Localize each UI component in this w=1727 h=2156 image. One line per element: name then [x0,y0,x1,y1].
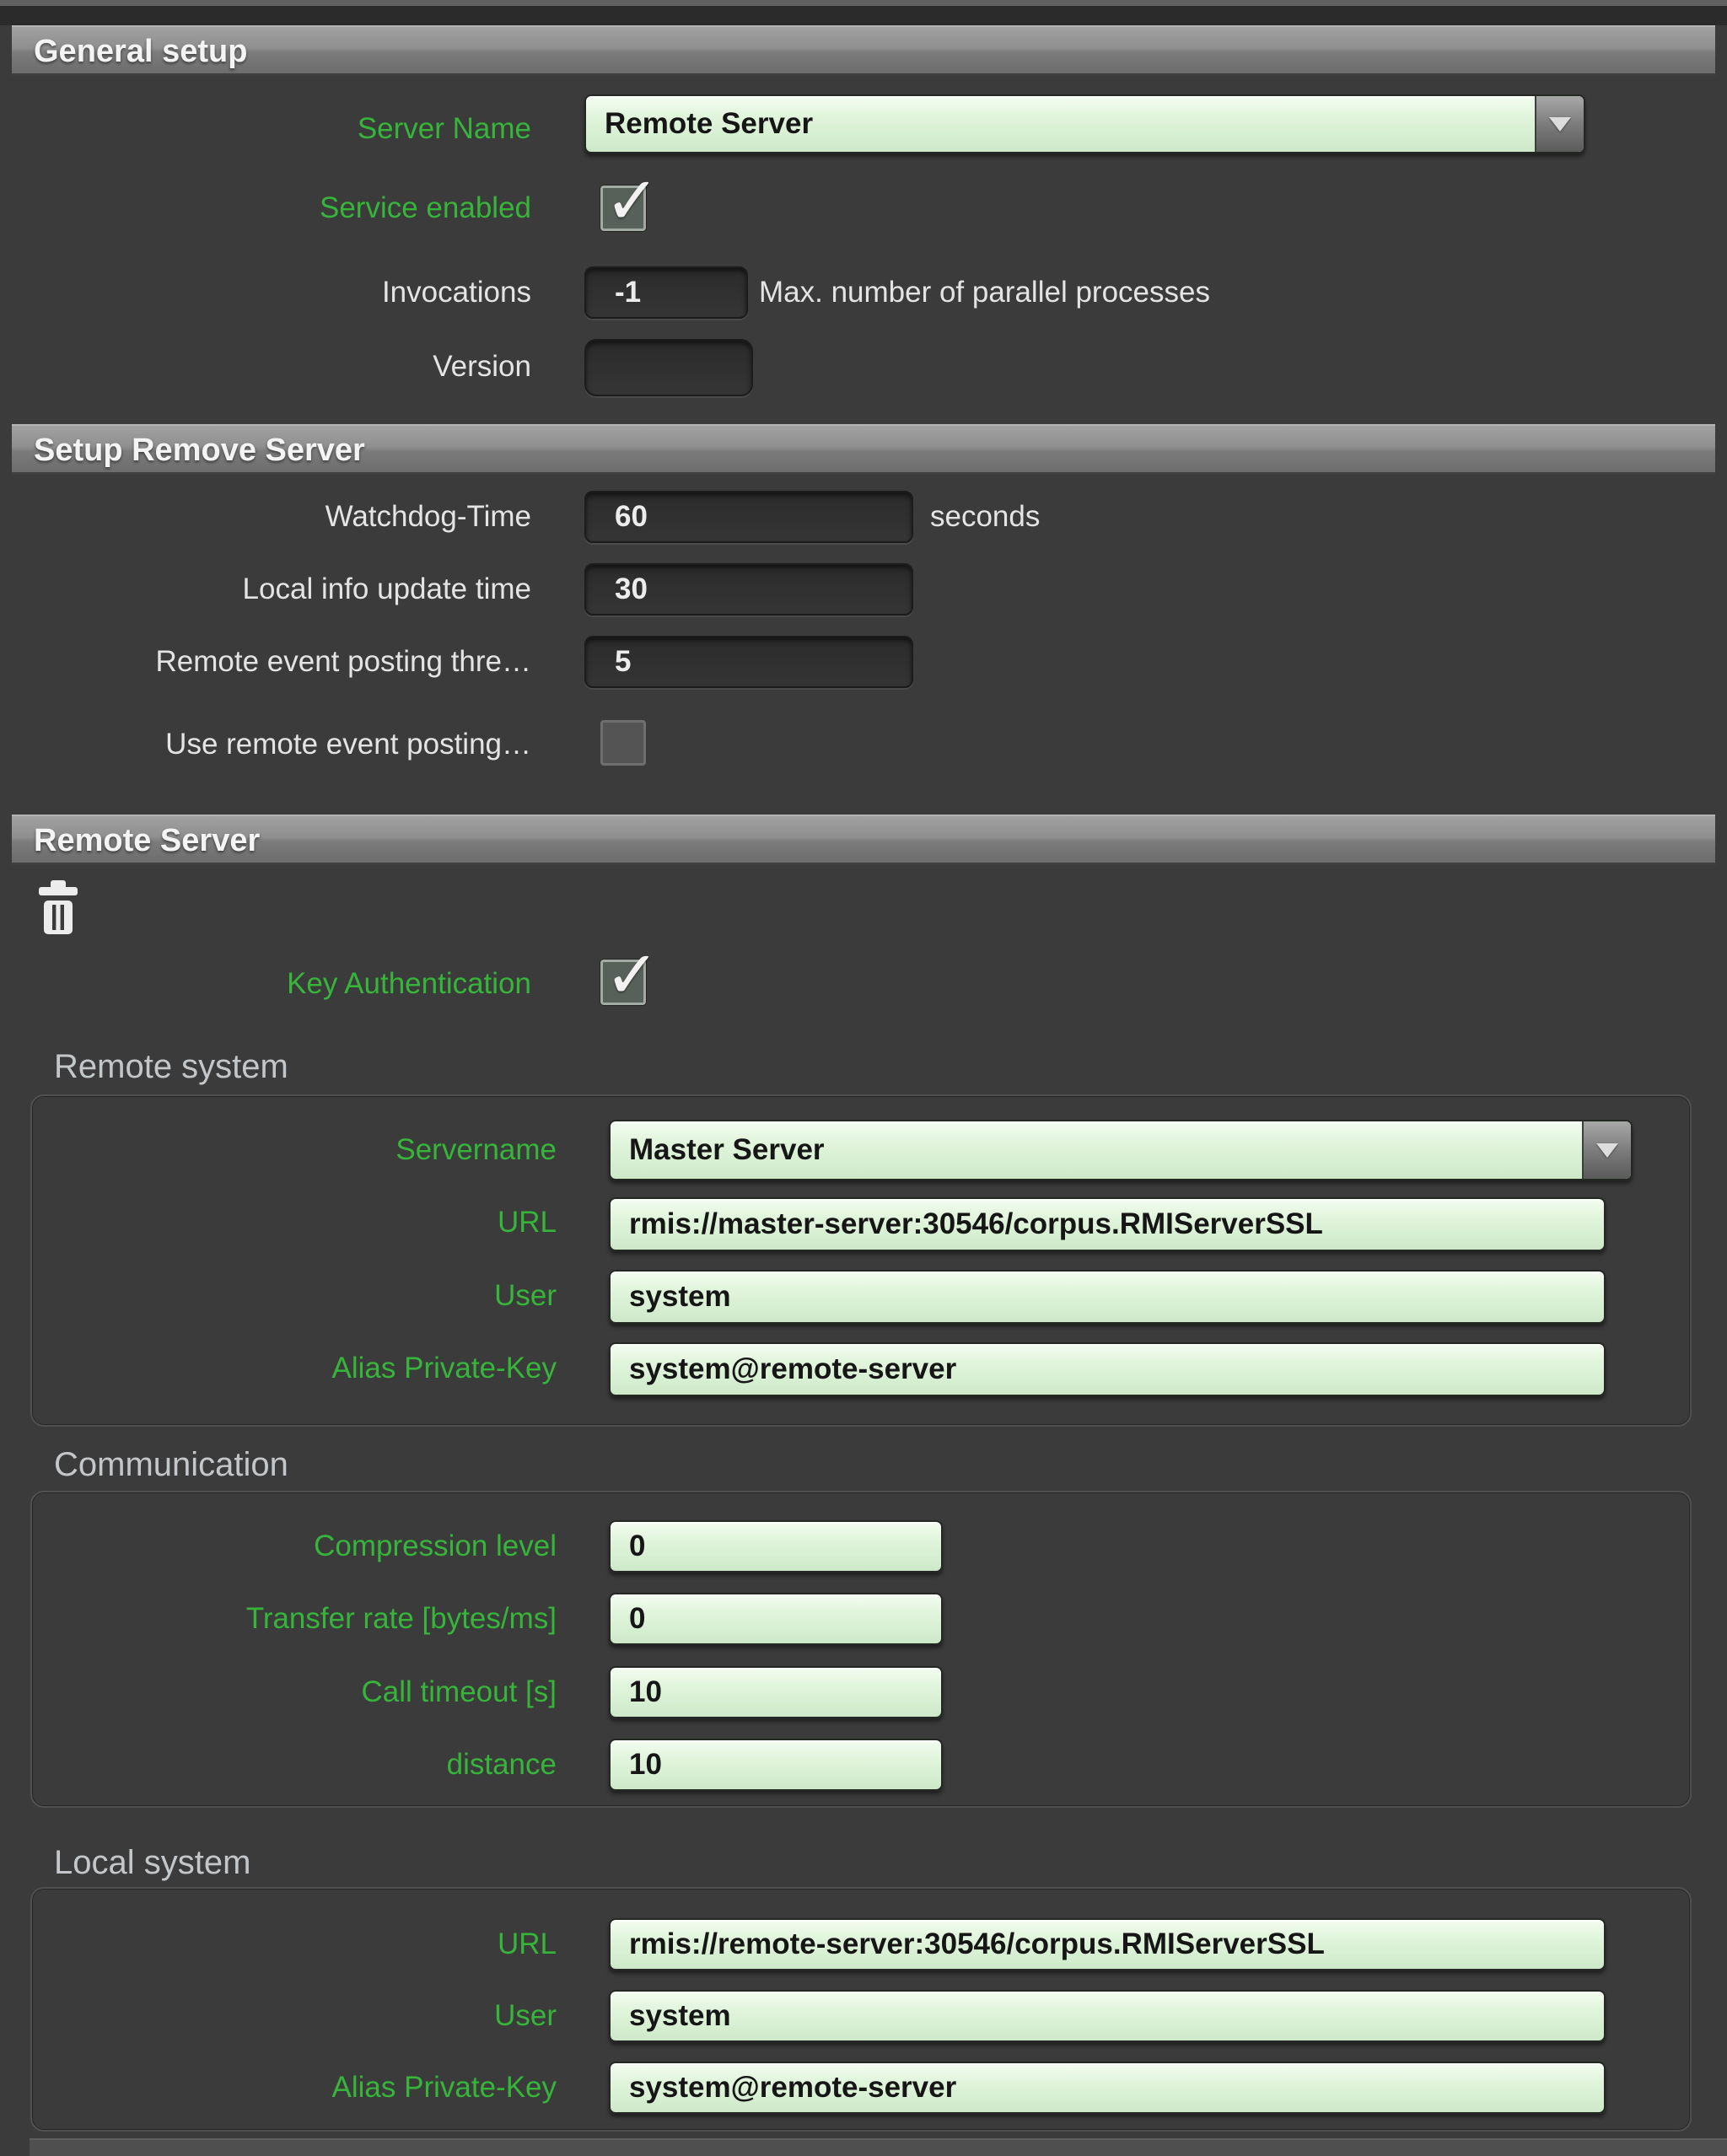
watchdog-time-input[interactable] [584,491,913,543]
chevron-down-icon[interactable] [1582,1121,1631,1179]
transfer-rate-label: Transfer rate [bytes/ms] [0,1600,557,1638]
key-authentication-label: Key Authentication [0,965,531,1003]
local-info-update-time-label: Local info update time [0,570,531,609]
use-remote-event-posting-checkbox[interactable]: ✓ [600,720,646,766]
server-name-label: Server Name [0,110,531,148]
servername-value: Master Server [629,1133,825,1167]
remote-event-posting-threshold-input[interactable] [584,636,913,688]
service-enabled-label: Service enabled [0,189,531,228]
remote-alias-private-key-input[interactable] [609,1342,1606,1396]
dropdown-arrow-glyph [1596,1143,1618,1158]
compression-level-input[interactable] [609,1520,943,1573]
invocations-hint: Max. number of parallel processes [759,273,1417,312]
call-timeout-label: Call timeout [s] [0,1673,557,1712]
call-timeout-input[interactable] [609,1666,943,1718]
dropdown-arrow-glyph [1549,117,1571,132]
top-dark-strip [0,6,1727,25]
compression-level-label: Compression level [0,1527,557,1566]
distance-input[interactable] [609,1739,943,1791]
remote-user-label: User [0,1277,557,1315]
key-authentication-checkbox[interactable]: ✓ [600,960,646,1005]
section-header-setup-remove-server: Setup Remove Server [12,424,1715,475]
transfer-rate-input[interactable] [609,1593,943,1645]
section-header-general-setup: General setup [12,25,1715,76]
servername-label: Servername [0,1131,557,1169]
local-user-label: User [0,1997,557,2035]
remote-user-input[interactable] [609,1270,1606,1324]
server-name-value: Remote Server [605,107,813,141]
watchdog-time-unit: seconds [930,497,1183,536]
checkmark-icon: ✓ [605,937,659,1013]
service-enabled-checkbox[interactable]: ✓ [600,185,646,231]
watchdog-time-label: Watchdog-Time [0,497,531,536]
settings-page: General setup Server Name Remote Server … [0,0,1727,2156]
communication-group-title: Communication [54,1444,288,1486]
checkmark-icon: ✓ [605,163,659,239]
remote-url-input[interactable] [609,1197,1606,1251]
remote-url-label: URL [0,1203,557,1242]
local-user-input[interactable] [609,1990,1606,2042]
trash-icon [34,880,83,936]
chevron-down-icon[interactable] [1535,96,1584,152]
server-name-dropdown[interactable]: Remote Server [584,94,1585,153]
local-url-input[interactable] [609,1918,1606,1971]
servername-dropdown[interactable]: Master Server [609,1120,1633,1180]
local-alias-private-key-label: Alias Private-Key [0,2068,557,2107]
version-input[interactable] [584,339,753,396]
local-system-group-title: Local system [54,1841,250,1884]
local-url-label: URL [0,1925,557,1964]
use-remote-event-posting-label: Use remote event posting… [0,725,531,764]
remote-system-group-title: Remote system [54,1046,288,1088]
distance-label: distance [0,1745,557,1784]
remote-alias-private-key-label: Alias Private-Key [0,1349,557,1388]
invocations-input[interactable] [584,266,748,319]
delete-remote-server-button[interactable] [34,880,83,936]
local-info-update-time-input[interactable] [584,563,913,616]
invocations-label: Invocations [0,273,531,312]
top-edge-highlight [0,0,1727,6]
bottom-edge-bar [30,2138,1727,2156]
section-header-remote-server: Remote Server [12,815,1715,865]
local-alias-private-key-input[interactable] [609,2062,1606,2114]
version-label: Version [0,347,531,386]
remote-event-posting-threshold-label: Remote event posting thre… [0,642,531,681]
